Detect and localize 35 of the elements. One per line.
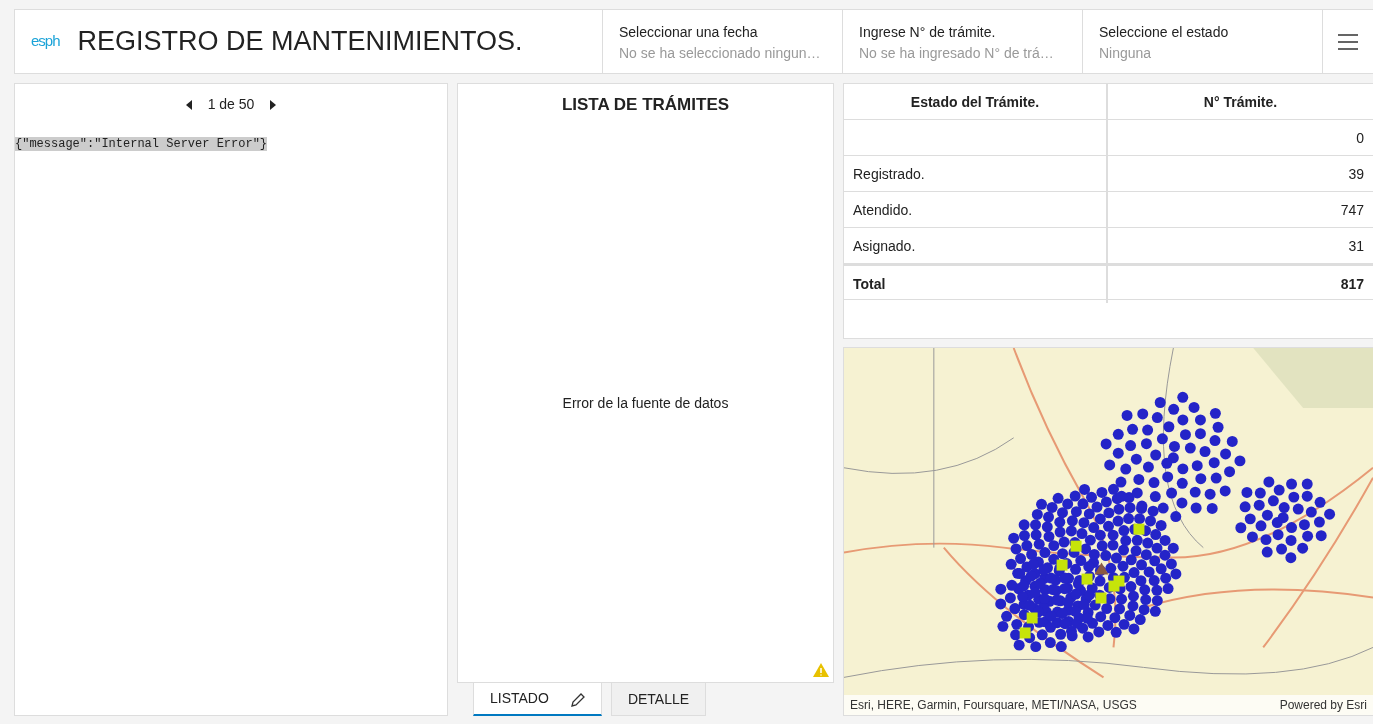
page-indicator: 1 de 50 [207, 94, 255, 114]
table-cell: 747 [1106, 192, 1373, 229]
filter-value: No se ha seleccionado ningun… [619, 44, 822, 63]
caret-left-icon [185, 99, 192, 110]
table-cell-text: Total [852, 275, 887, 294]
tab[interactable]: DETALLE [610, 683, 707, 717]
pencil-icon [570, 692, 585, 707]
table-cell-text: Atendido. [852, 201, 914, 220]
column-header: N° Trámite. [1106, 84, 1373, 121]
filter-value: Ninguna [1099, 44, 1153, 63]
warning-icon [813, 663, 829, 678]
table-cell-text: Registrado. [852, 165, 926, 184]
filter-label: Seleccione el estado [1099, 23, 1230, 42]
filter-label: Seleccionar una fecha [619, 23, 759, 42]
filter-control[interactable]: Ingrese N° de trámite. No se ha ingresado N° de trá… [842, 10, 1082, 73]
column-header: Estado del Trámite. [909, 93, 1041, 112]
panel-title: LISTA DE TRÁMITES [561, 94, 730, 116]
app-title: REGISTRO DE MANTENIMIENTOS. [77, 25, 523, 59]
triangle-marker [1094, 562, 1109, 575]
powered-by-link[interactable]: Powered by Esri [1279, 696, 1367, 715]
menu-icon [1338, 33, 1358, 50]
caret-right-icon [270, 99, 277, 110]
table-cell: 0 [1106, 120, 1373, 157]
tab[interactable]: LISTADO [473, 683, 602, 717]
filter-label: Ingrese N° de trámite. [859, 23, 997, 42]
table-cell: 31 [1106, 228, 1373, 265]
filter-control[interactable]: Seleccionar una fecha No se ha seleccionado ningun… [602, 10, 842, 73]
error-response: {"message":"Internal Server Error"} [15, 137, 268, 151]
table-cell: 39 [1106, 156, 1373, 193]
filter-value: No se ha ingresado N° de trá… [859, 44, 1055, 63]
table-cell: 817 [1106, 266, 1373, 303]
error-message: Error de la fuente de datos [562, 394, 729, 414]
table-cell-text: Asignado. [852, 237, 917, 256]
logo: esph [31, 31, 60, 52]
map-attribution: Esri, HERE, Garmin, Foursquare, METI/NASA, USGS [850, 697, 1137, 715]
